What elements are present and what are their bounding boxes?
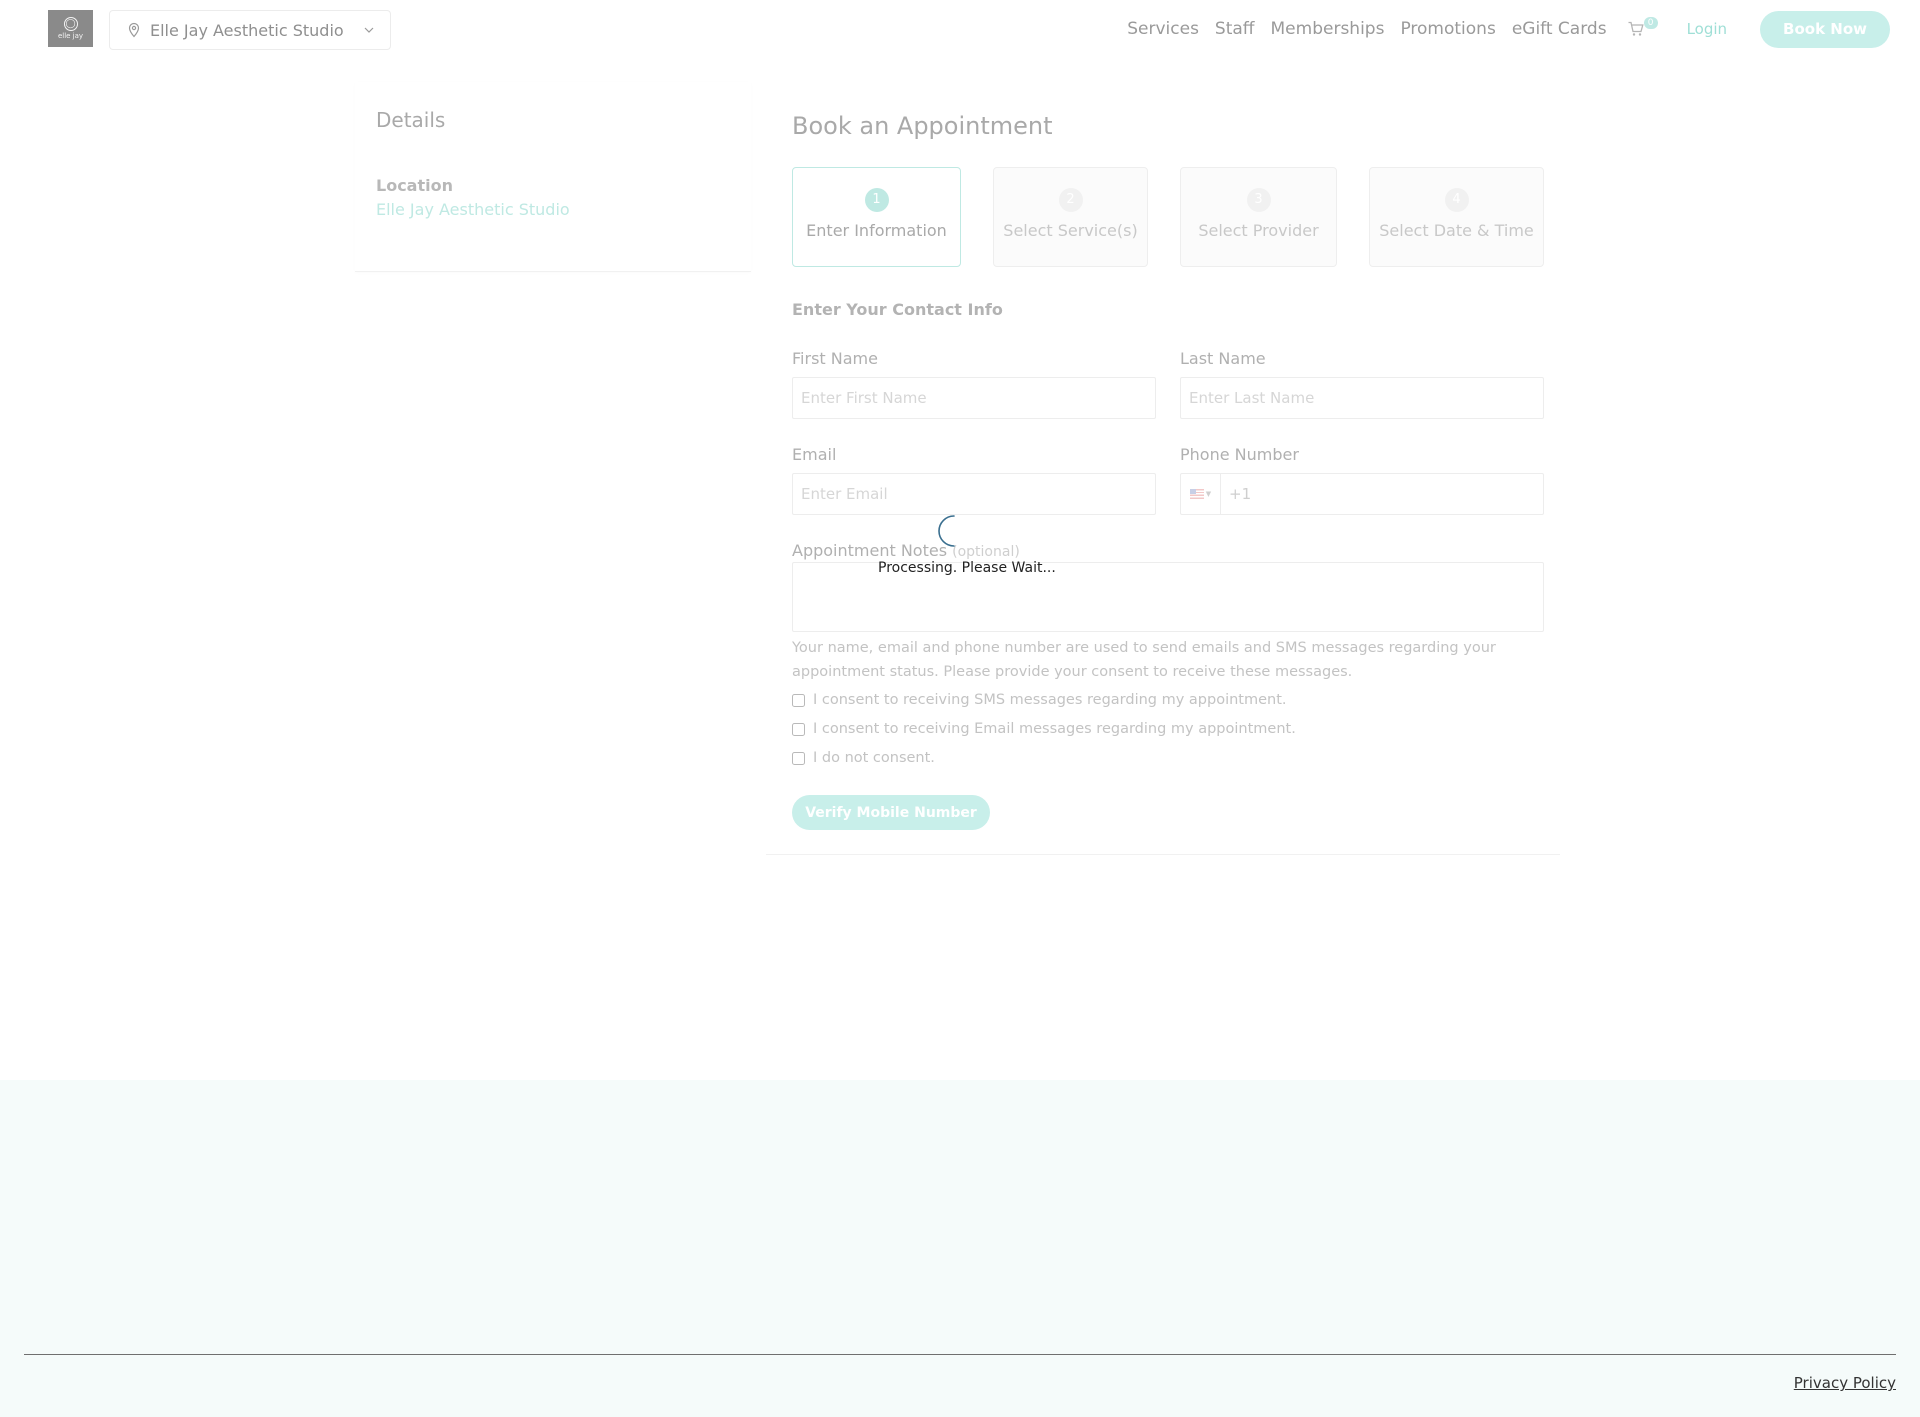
- cart-count-badge: 0: [1643, 17, 1658, 29]
- details-title: Details: [376, 108, 446, 132]
- logo-text: elle jay: [57, 32, 84, 40]
- verify-mobile-button[interactable]: Verify Mobile Number: [792, 795, 990, 830]
- step-number: 3: [1246, 188, 1271, 212]
- notes-label-text: Appointment Notes: [792, 541, 948, 560]
- caret-down-icon: ▼: [1205, 490, 1212, 498]
- consent-sms-checkbox[interactable]: [792, 693, 805, 707]
- location-dropdown-label: Elle Jay Aesthetic Studio: [150, 20, 344, 40]
- step-label: Enter Information: [806, 221, 947, 240]
- step-select-provider[interactable]: 3 Select Provider: [1180, 167, 1337, 267]
- footer-divider: [24, 1354, 1896, 1355]
- cart-icon: [1628, 21, 1644, 36]
- main-nav: Services Staff Memberships Promotions eG…: [1111, 0, 1890, 58]
- step-select-date-time[interactable]: 4 Select Date & Time: [1369, 167, 1544, 267]
- booking-title: Book an Appointment: [792, 112, 1053, 140]
- logo-mark-icon: ◯: [63, 17, 78, 31]
- brand-logo[interactable]: ◯ elle jay: [48, 10, 93, 47]
- cart-button[interactable]: 0: [1627, 17, 1658, 41]
- consent-none-row[interactable]: I do not consent.: [792, 750, 935, 766]
- last-name-label: Last Name: [1180, 349, 1266, 368]
- consent-sms-label: I consent to receiving SMS messages rega…: [813, 692, 1287, 708]
- first-name-label: First Name: [792, 349, 878, 368]
- consent-email-row[interactable]: I consent to receiving Email messages re…: [792, 721, 1296, 737]
- us-flag-icon: [1189, 489, 1204, 499]
- consent-email-checkbox[interactable]: [792, 722, 805, 736]
- location-dropdown[interactable]: Elle Jay Aesthetic Studio: [109, 10, 391, 50]
- booking-card: Book an Appointment 1 Enter Information …: [766, 82, 1560, 855]
- email-input[interactable]: [792, 473, 1156, 515]
- nav-egift-cards[interactable]: eGift Cards: [1512, 19, 1607, 39]
- page-footer: Privacy Policy: [0, 1080, 1920, 1417]
- first-name-input[interactable]: [792, 377, 1156, 419]
- email-label: Email: [792, 445, 837, 464]
- step-label: Select Provider: [1198, 221, 1319, 240]
- notes-optional-text: (optional): [952, 544, 1020, 560]
- consent-sms-row[interactable]: I consent to receiving SMS messages rega…: [792, 692, 1287, 708]
- phone-input[interactable]: [1221, 474, 1543, 514]
- chevron-down-icon: [362, 23, 376, 37]
- phone-field: ▼: [1180, 473, 1544, 515]
- phone-label: Phone Number: [1180, 445, 1299, 464]
- step-label: Select Date & Time: [1379, 221, 1534, 240]
- nav-memberships[interactable]: Memberships: [1271, 19, 1385, 39]
- consent-description: Your name, email and phone number are us…: [792, 640, 1496, 680]
- last-name-input[interactable]: [1180, 377, 1544, 419]
- step-label: Select Service(s): [1003, 221, 1138, 240]
- nav-staff[interactable]: Staff: [1215, 19, 1255, 39]
- step-number: 2: [1058, 188, 1083, 212]
- step-number: 4: [1444, 188, 1469, 212]
- consent-none-label: I do not consent.: [813, 750, 935, 766]
- step-select-services[interactable]: 2 Select Service(s): [993, 167, 1148, 267]
- consent-none-checkbox[interactable]: [792, 751, 805, 765]
- nav-services[interactable]: Services: [1127, 19, 1199, 39]
- details-location-label: Location: [376, 176, 453, 195]
- country-code-select[interactable]: ▼: [1181, 474, 1221, 514]
- map-pin-icon: [126, 22, 142, 38]
- login-link[interactable]: Login: [1687, 20, 1727, 38]
- consent-email-label: I consent to receiving Email messages re…: [813, 721, 1296, 737]
- details-location-value[interactable]: Elle Jay Aesthetic Studio: [376, 200, 570, 219]
- top-header: ◯ elle jay Elle Jay Aesthetic Studio Ser…: [0, 0, 1920, 60]
- book-now-button[interactable]: Book Now: [1760, 10, 1890, 48]
- appointment-notes-input[interactable]: [792, 562, 1544, 632]
- nav-promotions[interactable]: Promotions: [1400, 19, 1495, 39]
- step-number: 1: [864, 188, 889, 212]
- contact-info-title: Enter Your Contact Info: [792, 300, 1003, 319]
- step-enter-information[interactable]: 1 Enter Information: [792, 167, 961, 267]
- notes-label: Appointment Notes (optional): [792, 541, 1020, 560]
- privacy-policy-link[interactable]: Privacy Policy: [1794, 1374, 1896, 1392]
